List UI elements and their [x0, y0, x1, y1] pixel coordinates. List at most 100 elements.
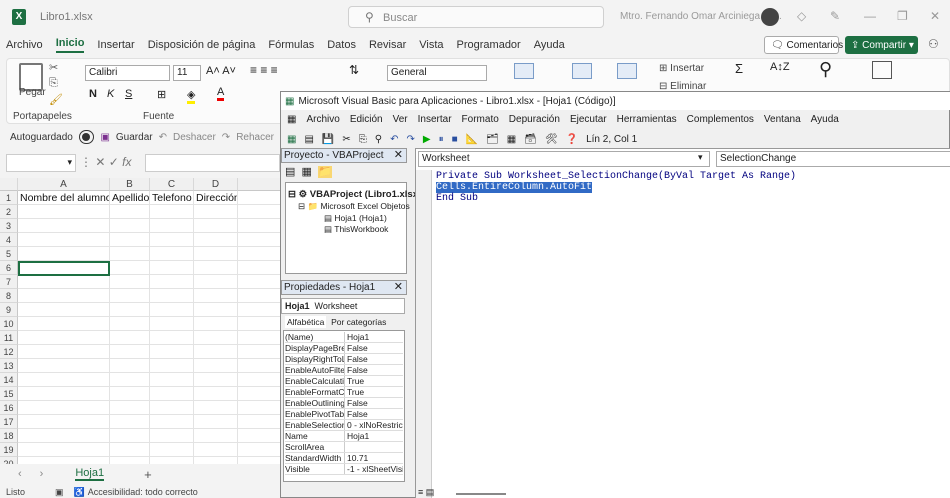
grid-cell[interactable]: [110, 387, 150, 401]
worksheet-grid[interactable]: A B C D 1234567891011121314151617181920 …: [0, 178, 282, 471]
procedure-view-icon[interactable]: ≡ ▤: [418, 487, 434, 498]
borders-icon[interactable]: ⊞: [157, 88, 166, 101]
grid-cell[interactable]: [194, 289, 238, 303]
file-name[interactable]: Libro1.xlsx: [40, 11, 93, 23]
grid-cell[interactable]: [18, 331, 110, 345]
cut-icon[interactable]: ✂: [49, 61, 58, 74]
find-icon[interactable]: ⚲: [819, 59, 832, 80]
grid-cell[interactable]: [194, 261, 238, 275]
grow-font-icon[interactable]: A˄ A˅: [206, 65, 236, 77]
grid-cell[interactable]: [238, 275, 282, 289]
project-tree[interactable]: ⊟ ⚙ VBAProject (Libro1.xlsx ⊟ 📁 Microsof…: [285, 182, 418, 274]
column-header[interactable]: C: [150, 178, 194, 191]
object-selector[interactable]: Hoja1 Worksheet: [281, 298, 405, 314]
view-object-icon[interactable]: ▦: [302, 166, 312, 178]
tab-datos[interactable]: Datos: [327, 39, 356, 51]
undo-icon[interactable]: ↶: [159, 132, 167, 143]
object-browser-icon[interactable]: 🗃: [524, 134, 537, 145]
grid-cell[interactable]: [18, 233, 110, 247]
copy-icon[interactable]: ⎘: [49, 77, 58, 90]
property-value[interactable]: False: [347, 409, 403, 419]
grid-cell[interactable]: [110, 373, 150, 387]
grid-cell[interactable]: [238, 191, 282, 205]
tab-disposicion[interactable]: Disposición de página: [148, 39, 256, 51]
vba-menu-herramientas[interactable]: Herramientas: [617, 114, 677, 125]
row-header[interactable]: 4: [0, 233, 18, 247]
grid-cell[interactable]: [18, 387, 110, 401]
grid-cell[interactable]: [150, 289, 194, 303]
grid-cell[interactable]: [238, 289, 282, 303]
grid-cell[interactable]: [194, 233, 238, 247]
analyze-data-icon[interactable]: [872, 61, 892, 79]
row-header[interactable]: 6: [0, 261, 18, 275]
grid-cell[interactable]: [194, 345, 238, 359]
tab-inicio[interactable]: Inicio: [55, 37, 85, 53]
grid-cell[interactable]: [194, 219, 238, 233]
tab-revisar[interactable]: Revisar: [369, 39, 406, 51]
property-row[interactable]: Name Hoja1: [285, 431, 403, 442]
row-header[interactable]: 12: [0, 345, 18, 359]
grid-cell[interactable]: [238, 387, 282, 401]
select-all-corner[interactable]: [0, 178, 18, 191]
redo-icon[interactable]: ↷: [222, 132, 230, 143]
grid-cell[interactable]: [18, 443, 110, 457]
grid-cell[interactable]: [238, 331, 282, 345]
column-header[interactable]: D: [194, 178, 238, 191]
grid-cell[interactable]: [110, 275, 150, 289]
grid-cell[interactable]: [150, 247, 194, 261]
grid-cell[interactable]: [110, 247, 150, 261]
design-mode-icon[interactable]: 📐: [466, 134, 478, 145]
grid-cell[interactable]: [18, 401, 110, 415]
grid-cell[interactable]: [194, 387, 238, 401]
status-accessibility[interactable]: Accesibilidad: todo correcto: [88, 487, 198, 497]
font-name-combo[interactable]: Calibri: [85, 65, 170, 81]
cut-icon[interactable]: ✂: [342, 134, 350, 145]
italic-icon[interactable]: K: [107, 88, 114, 100]
property-row[interactable]: EnableFormatConTrue: [285, 387, 403, 398]
save-icon[interactable]: ▣: [100, 132, 109, 143]
comments-button[interactable]: 🗨 Comentarios: [764, 36, 843, 54]
code-editor[interactable]: Private Sub Worksheet_SelectionChange(By…: [436, 171, 948, 471]
object-combo[interactable]: Worksheet: [418, 151, 710, 167]
grid-cell[interactable]: [238, 429, 282, 443]
toggle-folders-icon[interactable]: 📁: [318, 166, 332, 178]
grid-cell[interactable]: [194, 275, 238, 289]
grid-cell[interactable]: [150, 233, 194, 247]
tab-por-categorias[interactable]: Por categorías: [331, 317, 386, 327]
copy-icon[interactable]: ⎘: [359, 134, 367, 145]
grid-cell[interactable]: [110, 359, 150, 373]
grid-cell[interactable]: [18, 345, 110, 359]
macro-record-icon[interactable]: ▣: [55, 487, 64, 498]
cell-c1[interactable]: Telefono: [150, 191, 194, 205]
cell-d1[interactable]: Dirección: [194, 191, 238, 205]
vba-menu-archivo[interactable]: Archivo: [306, 114, 339, 125]
grid-cell[interactable]: [110, 317, 150, 331]
grid-cell[interactable]: [110, 303, 150, 317]
grid-cell[interactable]: [18, 415, 110, 429]
property-value[interactable]: True: [347, 376, 403, 386]
tab-programador[interactable]: Programador: [457, 39, 521, 51]
grid-cell[interactable]: [150, 359, 194, 373]
tab-vista[interactable]: Vista: [419, 39, 443, 51]
grid-cell[interactable]: [194, 373, 238, 387]
grid-cell[interactable]: [110, 289, 150, 303]
grid-cell[interactable]: [238, 345, 282, 359]
grid-cell[interactable]: [110, 261, 150, 275]
grid-cell[interactable]: [238, 401, 282, 415]
property-row[interactable]: DisplayPageBreakFalse: [285, 343, 403, 354]
tree-item-excel-objects[interactable]: ⊟ 📁 Microsoft Excel Objetos: [298, 201, 410, 212]
grid-cell[interactable]: [194, 443, 238, 457]
toolbox-icon[interactable]: 🛠: [545, 134, 558, 145]
grid-cell[interactable]: [18, 289, 110, 303]
grid-cell[interactable]: [150, 443, 194, 457]
pause-icon[interactable]: ⏸: [439, 134, 444, 145]
property-value[interactable]: True: [347, 387, 403, 397]
save-button[interactable]: Guardar: [116, 132, 153, 143]
grid-cell[interactable]: [150, 303, 194, 317]
row-header[interactable]: 7: [0, 275, 18, 289]
grid-cell[interactable]: [18, 373, 110, 387]
grid-cell[interactable]: [150, 401, 194, 415]
grid-cell[interactable]: [238, 261, 282, 275]
vba-menu-formato[interactable]: Formato: [462, 114, 499, 125]
procedure-combo[interactable]: SelectionChange: [716, 151, 950, 167]
